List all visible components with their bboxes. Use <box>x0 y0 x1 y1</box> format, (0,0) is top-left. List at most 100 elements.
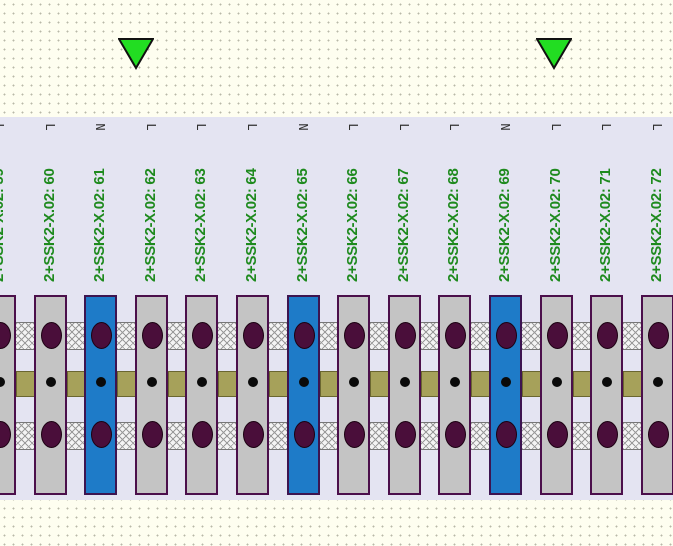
terminal-strip-canvas: L L N L L L N L L L N L L L 2+SSK2-X.02: 59 2+SSK2-X.0… <box>0 0 673 546</box>
pin-icon <box>602 377 613 387</box>
cross-connect-hatch <box>66 322 85 350</box>
screw-icon <box>546 322 568 349</box>
phase-mark: L <box>649 123 664 131</box>
pin-icon <box>146 377 157 387</box>
cross-connect-hatch <box>319 322 338 350</box>
screw-icon <box>0 322 11 349</box>
pin-icon <box>197 377 208 387</box>
phase-mark: L <box>346 123 361 131</box>
cross-connect-hatch <box>370 322 388 350</box>
terminal-block[interactable] <box>337 295 371 495</box>
terminal-block[interactable] <box>387 295 421 495</box>
pin-icon <box>298 377 309 387</box>
screw-icon <box>91 421 113 448</box>
terminal-label: 2+SSK2-X.02: 71 <box>597 168 615 283</box>
screw-icon <box>141 421 163 448</box>
phase-mark: L <box>447 123 462 131</box>
terminal-block[interactable] <box>590 295 624 495</box>
cross-connect-hatch <box>522 322 540 350</box>
phase-mark: L <box>143 123 158 131</box>
terminal-block[interactable] <box>185 295 219 495</box>
screw-icon <box>546 421 568 448</box>
pin-icon <box>248 377 258 387</box>
terminal-label: 2+SSK2-X.02: 72 <box>647 168 665 283</box>
pin-icon <box>450 377 461 387</box>
screw-icon <box>647 421 669 448</box>
terminal-block[interactable] <box>640 295 673 495</box>
screw-icon <box>243 421 264 448</box>
cross-connect-hatch <box>623 422 641 450</box>
cross-connect-hatch <box>218 422 236 450</box>
terminal-label: 2+SSK2-X.02: 61 <box>91 168 109 283</box>
pin-icon <box>96 377 107 387</box>
cross-connect-hatch <box>269 322 287 350</box>
phase-mark: L <box>396 123 411 131</box>
terminal-label: 2+SSK2-X.02: 63 <box>192 168 210 283</box>
pin-icon <box>652 377 663 387</box>
pin-icon <box>45 377 56 387</box>
cross-connect-hatch <box>16 422 34 450</box>
cross-connect-hatch <box>522 422 540 450</box>
screw-icon <box>91 322 113 349</box>
pin-icon <box>399 377 410 387</box>
screw-icon <box>141 322 163 349</box>
phase-mark: L <box>194 123 209 131</box>
phase-mark: N <box>93 123 108 131</box>
position-marker-triangle-icon[interactable] <box>117 38 155 70</box>
cross-connect-hatch <box>420 422 439 450</box>
phase-mark: N <box>498 123 512 131</box>
neutral-terminal-block[interactable] <box>489 295 522 495</box>
screw-icon <box>293 322 315 349</box>
screw-icon <box>293 421 315 448</box>
screw-icon <box>243 322 264 349</box>
screw-icon <box>394 322 416 349</box>
cross-connect-hatch <box>572 422 591 450</box>
phase-mark: L <box>548 123 563 131</box>
screw-icon <box>496 421 517 448</box>
cross-connect-hatch <box>572 322 591 350</box>
cross-connect-hatch <box>218 322 236 350</box>
neutral-terminal-block[interactable] <box>84 295 118 495</box>
screw-icon <box>445 322 467 349</box>
terminal-block[interactable] <box>33 295 67 495</box>
terminal-block[interactable] <box>0 295 16 495</box>
terminal-label: 2+SSK2-X.02: 69 <box>496 168 513 283</box>
screw-icon <box>597 421 619 448</box>
terminal-label: 2+SSK2-X.02: 68 <box>445 168 463 283</box>
screw-icon <box>647 322 669 349</box>
screw-icon <box>445 421 467 448</box>
screw-icon <box>394 421 416 448</box>
pin-icon <box>0 377 5 387</box>
terminal-block[interactable] <box>134 295 168 495</box>
cross-connect-hatch <box>420 322 439 350</box>
neutral-terminal-block[interactable] <box>286 295 320 495</box>
pin-icon <box>501 377 511 387</box>
cross-connect-hatch <box>471 322 489 350</box>
cross-connect-hatch <box>370 422 388 450</box>
cross-connect-hatch <box>167 322 186 350</box>
screw-icon <box>344 421 366 448</box>
screw-icon <box>496 322 517 349</box>
phase-mark: N <box>295 123 310 131</box>
screw-icon <box>597 322 619 349</box>
cross-connect-hatch <box>117 322 135 350</box>
cross-connect-hatch <box>167 422 186 450</box>
phase-mark: L <box>0 115 8 139</box>
terminal-label: 2+SSK2-X.02: 70 <box>546 168 564 283</box>
terminal-label: 2+SSK2-X.02: 67 <box>394 168 412 283</box>
terminal-label: 2+SSK2-X.02: 64 <box>243 168 260 283</box>
terminal-block[interactable] <box>236 295 269 495</box>
cross-connect-hatch <box>66 422 85 450</box>
terminal-block[interactable] <box>438 295 472 495</box>
screw-icon <box>40 421 62 448</box>
screw-icon <box>40 322 62 349</box>
position-marker-triangle-icon[interactable] <box>535 38 573 70</box>
phase-mark: L <box>42 123 57 131</box>
screw-icon <box>192 322 214 349</box>
pin-icon <box>551 377 562 387</box>
terminal-label: 2+SSK2-X.02: 66 <box>344 168 362 283</box>
cross-connect-hatch <box>16 322 34 350</box>
terminal-block[interactable] <box>539 295 573 495</box>
cross-connect-hatch <box>623 322 641 350</box>
cross-connect-hatch <box>471 422 489 450</box>
